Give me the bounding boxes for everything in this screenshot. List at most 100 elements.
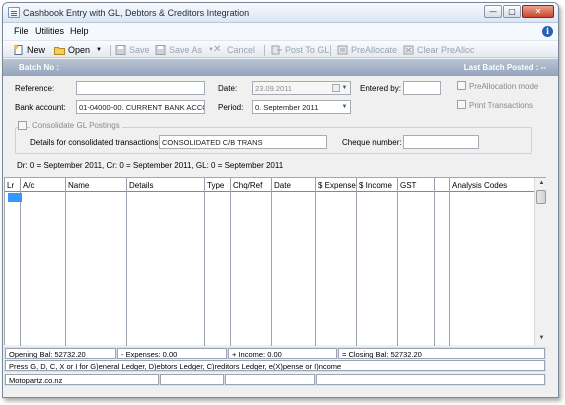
minimize-button[interactable]: — [484, 5, 502, 18]
period-value: 0. September 2011 [255, 103, 319, 112]
open-dropdown-icon[interactable]: ▼ [96, 47, 102, 53]
print-transactions-checkbox[interactable] [457, 100, 466, 109]
column-header-gst[interactable]: GST [398, 178, 434, 192]
preallocate-button[interactable]: PreAllocate [337, 44, 397, 56]
column-divider [20, 178, 21, 346]
scrollbar-thumb[interactable] [536, 190, 546, 204]
transactions-grid[interactable]: Lr A/c Name Details Type Chq/Ref Date $ … [4, 177, 547, 346]
new-label: New [27, 45, 46, 55]
save-icon [115, 45, 126, 55]
bank-account-label: Bank account: [15, 103, 66, 112]
info-icon[interactable]: i [542, 26, 553, 37]
column-header-expense[interactable]: $ Expense [316, 178, 356, 192]
last-batch-value: -- [540, 63, 546, 72]
grid-vertical-scrollbar[interactable]: ▲ ▼ [534, 178, 547, 346]
column-header-ac[interactable]: A/c [21, 178, 65, 192]
period-dropdown-icon[interactable]: ▼ [339, 101, 350, 113]
scroll-down-icon[interactable]: ▼ [537, 334, 546, 343]
post-to-gl-label: Post To GL [285, 45, 330, 55]
new-document-icon [13, 45, 24, 55]
window-controls: — □ ✕ [484, 5, 554, 18]
new-button[interactable]: New [13, 44, 45, 56]
preallocate-label: PreAllocate [351, 45, 398, 55]
save-as-label: Save As [169, 45, 203, 55]
status-panel [316, 374, 545, 385]
batch-bar: Batch No : Last Batch Posted : -- [3, 59, 558, 76]
period-summary: Dr: 0 = September 2011, Cr: 0 = Septembe… [17, 161, 284, 170]
maximize-button[interactable]: □ [503, 5, 521, 18]
scroll-up-icon[interactable]: ▲ [537, 179, 546, 188]
column-header-income[interactable]: $ Income [357, 178, 397, 192]
column-divider [230, 178, 231, 346]
consolidated-details-label: Details for consolidated transactions: [30, 138, 161, 147]
column-divider [315, 178, 316, 346]
app-icon [8, 7, 20, 18]
consolidate-checkbox[interactable] [18, 121, 27, 130]
column-header-analysis-codes[interactable]: Analysis Codes [450, 178, 533, 192]
period-select[interactable]: 0. September 2011 ▼ [252, 100, 351, 114]
save-label: Save [129, 45, 150, 55]
column-divider [449, 178, 450, 346]
preallocation-mode-label: PreAllocation mode [469, 82, 539, 91]
column-divider [397, 178, 398, 346]
column-divider [126, 178, 127, 346]
expenses-total: - Expenses: 0.00 [117, 348, 227, 359]
column-divider [65, 178, 66, 346]
toolbar-separator [330, 45, 331, 56]
preallocation-mode-checkbox[interactable] [457, 81, 466, 90]
clear-prealloc-label: Clear PreAlloc [417, 45, 475, 55]
last-batch-label: Last Batch Posted : [463, 63, 539, 72]
status-panel [225, 374, 315, 385]
menu-file[interactable]: File [14, 26, 29, 36]
close-button[interactable]: ✕ [522, 5, 554, 18]
column-header-date[interactable]: Date [272, 178, 315, 192]
income-total: + Income: 0.00 [228, 348, 337, 359]
open-button[interactable]: Open ▼ [54, 44, 102, 56]
column-header-type[interactable]: Type [205, 178, 230, 192]
save-button[interactable]: Save [115, 44, 150, 56]
consolidate-label: Consolidate GL Postings [30, 121, 122, 130]
date-dropdown-icon[interactable]: ▼ [339, 82, 350, 94]
title-bar: Cashbook Entry with GL, Debtors & Credit… [3, 3, 558, 23]
column-header-blank[interactable] [435, 178, 449, 192]
batch-no-label: Batch No : [19, 63, 59, 72]
grid-header: Lr A/c Name Details Type Chq/Ref Date $ … [5, 178, 546, 192]
opening-balance: Opening Bal: 52732.20 [5, 348, 116, 359]
period-label: Period: [218, 103, 244, 112]
selected-cell[interactable] [8, 193, 22, 202]
menu-help[interactable]: Help [70, 26, 89, 36]
clear-prealloc-button[interactable]: Clear PreAlloc [403, 44, 475, 56]
cancel-label: Cancel [227, 45, 256, 55]
cheque-number-input[interactable] [403, 135, 479, 149]
column-header-details[interactable]: Details [127, 178, 204, 192]
column-header-name[interactable]: Name [66, 178, 126, 192]
reference-label: Reference: [15, 84, 55, 93]
closing-balance: = Closing Bal: 52732.20 [338, 348, 545, 359]
consolidated-details-input[interactable]: CONSOLIDATED C/B TRANS [159, 135, 327, 149]
folder-icon [54, 45, 65, 55]
reference-input[interactable] [76, 81, 205, 95]
toolbar: New Open ▼ Save Save As ▼ ✕ Cancel Post … [3, 40, 558, 58]
company-name: Motopartz.co.nz [5, 374, 159, 385]
column-header-chq-ref[interactable]: Chq/Ref [231, 178, 271, 192]
bank-account-input[interactable]: 01-04000-00. CURRENT BANK ACCOUNT [76, 100, 205, 114]
cancel-icon: ✕ [213, 44, 222, 55]
column-divider [204, 178, 205, 346]
clear-prealloc-icon [403, 45, 414, 55]
column-header-lr[interactable]: Lr [5, 178, 20, 192]
cancel-button[interactable]: ✕ Cancel [213, 44, 255, 56]
post-to-gl-button[interactable]: Post To GL [271, 44, 329, 56]
date-label: Date: [218, 84, 238, 93]
entered-by-input[interactable] [403, 81, 441, 95]
toolbar-separator [110, 45, 111, 56]
menu-bar: File Utilities Help i [3, 23, 558, 40]
column-divider [271, 178, 272, 346]
menu-utilities[interactable]: Utilities [35, 26, 64, 36]
date-input[interactable]: 23.09.2011 ▼ [252, 81, 351, 95]
print-transactions-label: Print Transactions [469, 101, 534, 110]
save-as-button[interactable]: Save As ▼ [155, 44, 214, 56]
last-batch-posted: Last Batch Posted : -- [464, 63, 546, 72]
cheque-number-label: Cheque number: [342, 138, 402, 147]
column-divider [356, 178, 357, 346]
keyboard-hint: Press G, D, C, X or I for G)eneral Ledge… [5, 360, 545, 371]
